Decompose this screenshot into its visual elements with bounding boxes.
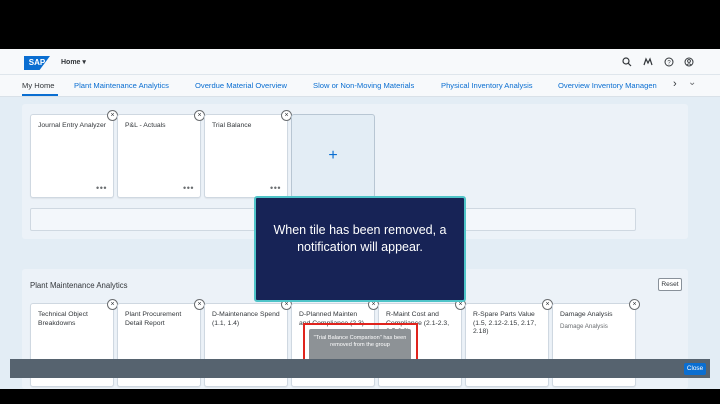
tile-title: Damage Analysis xyxy=(560,311,613,318)
more-icon[interactable]: ••• xyxy=(270,184,281,193)
more-icon[interactable]: ••• xyxy=(96,184,107,193)
tile-title: D-Maintenance Spend (1.1, 1.4) xyxy=(212,311,280,327)
remove-tile-icon[interactable]: × xyxy=(629,299,640,310)
home-menu-button[interactable]: Home ▾ xyxy=(61,58,86,66)
search-icon[interactable] xyxy=(621,56,633,68)
active-tab-indicator xyxy=(22,94,58,96)
shell-header: SAP Home ▾ ? xyxy=(0,49,720,75)
add-tile-button[interactable]: + xyxy=(291,114,375,198)
nav-scroll-right-icon[interactable]: › xyxy=(673,78,677,90)
launchpad-screen: SAP Home ▾ ? My Home Plant Maintenance A… xyxy=(0,49,720,389)
edit-mode-footer: Close xyxy=(10,359,710,378)
user-icon[interactable] xyxy=(683,56,695,68)
tile-title: Journal Entry Analyzer xyxy=(38,122,107,129)
tutorial-callout: When tile has been removed, a notificati… xyxy=(254,196,466,302)
reset-button[interactable]: Reset xyxy=(658,278,682,291)
tile-title: P&L - Actuals xyxy=(125,122,166,129)
help-icon[interactable]: ? xyxy=(663,56,675,68)
tab-my-home[interactable]: My Home xyxy=(22,81,55,90)
tab-slow-or-non-moving-materials[interactable]: Slow or Non-Moving Materials xyxy=(313,81,414,90)
tile-title: Trial Balance xyxy=(212,122,252,129)
sap-logo: SAP xyxy=(24,56,50,70)
group-title: Plant Maintenance Analytics xyxy=(30,281,128,290)
tab-overdue-material-overview[interactable]: Overdue Material Overview xyxy=(195,81,287,90)
tile-title: Plant Procurement Detail Report xyxy=(125,311,182,327)
tile-journal-entry-analyzer[interactable]: Journal Entry Analyzer ••• × xyxy=(30,110,118,198)
anchor-navigation-bar: My Home Plant Maintenance Analytics Over… xyxy=(0,75,720,97)
tile-subtitle: Damage Analysis xyxy=(560,323,608,330)
feedback-icon[interactable] xyxy=(642,56,654,68)
tab-plant-maintenance-analytics[interactable]: Plant Maintenance Analytics xyxy=(74,81,169,90)
tile-title: Technical Object Breakdowns xyxy=(38,311,88,327)
nav-overflow-down-icon[interactable]: ⌄ xyxy=(688,77,696,88)
tile-pl-actuals[interactable]: P&L - Actuals ••• × xyxy=(117,110,205,198)
tile-trial-balance[interactable]: Trial Balance ••• × xyxy=(204,110,292,198)
tile-title: R-Spare Parts Value (1.5, 2.12-2.15, 2.1… xyxy=(473,311,537,335)
close-button[interactable]: Close xyxy=(684,363,706,375)
more-icon[interactable]: ••• xyxy=(183,184,194,193)
callout-text: When tile has been removed, a notificati… xyxy=(273,223,447,254)
tab-physical-inventory-analysis[interactable]: Physical Inventory Analysis xyxy=(441,81,533,90)
tab-overview-inventory-management[interactable]: Overview Inventory Managen xyxy=(558,81,670,90)
